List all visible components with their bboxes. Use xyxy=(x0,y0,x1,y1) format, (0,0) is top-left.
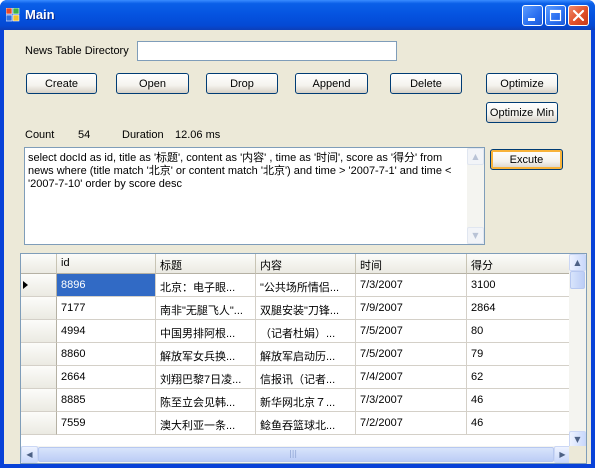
close-button[interactable] xyxy=(568,5,589,26)
table-cell[interactable]: 澳大利亚一条... xyxy=(156,412,256,435)
table-cell[interactable]: 7177 xyxy=(57,297,156,320)
row-header[interactable] xyxy=(21,366,57,389)
optimize-button[interactable]: Optimize xyxy=(486,73,558,94)
row-header[interactable] xyxy=(21,343,57,366)
header-corner xyxy=(21,254,57,274)
column-header[interactable]: 标题 xyxy=(156,254,256,274)
table-cell[interactable]: "公共场所情侣... xyxy=(256,274,356,297)
column-header[interactable]: 得分 xyxy=(467,254,571,274)
query-scrollbar[interactable]: ▲ ▼ xyxy=(467,148,484,244)
app-icon[interactable] xyxy=(6,8,20,22)
drop-button[interactable]: Drop xyxy=(206,73,278,94)
row-header[interactable] xyxy=(21,297,57,320)
row-header[interactable] xyxy=(21,389,57,412)
main-window: Main News Table Directory Create Open Dr… xyxy=(0,0,595,468)
table-row[interactable]: 8896 北京：电子眼... "公共场所情侣... 7/3/2007 3100 xyxy=(21,274,571,297)
table-cell[interactable]: 7/5/2007 xyxy=(356,320,467,343)
table-row[interactable]: 8885 陈至立会见韩... 新华网北京７... 7/3/2007 46 xyxy=(21,389,571,412)
minimize-button[interactable] xyxy=(522,5,543,26)
append-button[interactable]: Append xyxy=(295,73,368,94)
minimize-icon xyxy=(528,18,535,21)
table-cell[interactable]: 中国男排阿根... xyxy=(156,320,256,343)
table-cell[interactable]: 2664 xyxy=(57,366,156,389)
table-row[interactable]: 4994 中国男排阿根... （记者杜娟）... 7/5/2007 80 xyxy=(21,320,571,343)
table-cell[interactable]: 4994 xyxy=(57,320,156,343)
directory-input[interactable] xyxy=(137,41,397,61)
table-cell[interactable]: 7559 xyxy=(57,412,156,435)
table-cell[interactable]: （记者杜娟）... xyxy=(256,320,356,343)
create-button[interactable]: Create xyxy=(26,73,97,94)
scrollbar-corner xyxy=(569,446,586,463)
grip-icon: ||| xyxy=(289,449,298,458)
delete-button[interactable]: Delete xyxy=(390,73,462,94)
directory-label: News Table Directory xyxy=(25,45,129,57)
table-cell[interactable]: 7/3/2007 xyxy=(356,274,467,297)
table-cell[interactable]: 7/3/2007 xyxy=(356,389,467,412)
table-cell[interactable]: 8885 xyxy=(57,389,156,412)
table-cell[interactable]: 7/4/2007 xyxy=(356,366,467,389)
execute-button[interactable]: Excute xyxy=(490,149,563,170)
scroll-up-icon[interactable]: ▲ xyxy=(569,254,586,271)
maximize-icon xyxy=(549,9,562,22)
table-cell[interactable]: 新华网北京７... xyxy=(256,389,356,412)
grid-horizontal-scrollbar[interactable]: ◀ ||| ▶ xyxy=(21,446,571,463)
client-area: News Table Directory Create Open Drop Ap… xyxy=(4,30,591,464)
table-row[interactable]: 7559 澳大利亚一条... 鲶鱼吞篮球北... 7/2/2007 46 xyxy=(21,412,571,435)
grid-rows: 8896 北京：电子眼... "公共场所情侣... 7/3/2007 3100 … xyxy=(21,274,571,435)
table-cell[interactable]: 解放军启动历... xyxy=(256,343,356,366)
table-row[interactable]: 7177 南非"无腿飞人"... 双腿安装"刀锋... 7/9/2007 286… xyxy=(21,297,571,320)
duration-value: 12.06 ms xyxy=(175,129,221,141)
table-cell[interactable]: 46 xyxy=(467,412,571,435)
table-cell[interactable]: 46 xyxy=(467,389,571,412)
table-row[interactable]: 2664 刘翔巴黎7日凌... 信报讯（记者... 7/4/2007 62 xyxy=(21,366,571,389)
table-cell[interactable]: 7/2/2007 xyxy=(356,412,467,435)
count-value: 54 xyxy=(78,129,91,141)
table-cell[interactable]: 80 xyxy=(467,320,571,343)
close-icon xyxy=(572,9,585,22)
table-cell[interactable]: 8896 xyxy=(57,274,156,297)
table-row[interactable]: 8860 解放军女兵换... 解放军启动历... 7/5/2007 79 xyxy=(21,343,571,366)
row-header[interactable] xyxy=(21,320,57,343)
scroll-down-icon[interactable]: ▼ xyxy=(467,227,484,244)
column-header[interactable]: 时间 xyxy=(356,254,467,274)
results-grid[interactable]: id 标题 内容 时间 得分 8896 北京：电子眼... "公共场所情侣...… xyxy=(20,253,587,464)
table-cell[interactable]: 7/5/2007 xyxy=(356,343,467,366)
table-cell[interactable]: 北京：电子眼... xyxy=(156,274,256,297)
table-cell[interactable]: 3100 xyxy=(467,274,571,297)
count-label: Count xyxy=(25,129,55,141)
optimize-min-button[interactable]: Optimize Min xyxy=(486,102,558,123)
table-cell[interactable]: 鲶鱼吞篮球北... xyxy=(256,412,356,435)
table-cell[interactable]: 陈至立会见韩... xyxy=(156,389,256,412)
horizontal-scroll-thumb[interactable]: ||| xyxy=(38,447,554,462)
table-cell[interactable]: 南非"无腿飞人"... xyxy=(156,297,256,320)
table-cell[interactable]: 79 xyxy=(467,343,571,366)
scroll-left-icon[interactable]: ◀ xyxy=(21,446,38,463)
column-header[interactable]: 内容 xyxy=(256,254,356,274)
duration-label: Duration xyxy=(122,129,164,141)
row-header[interactable] xyxy=(21,412,57,435)
window-title: Main xyxy=(25,7,55,22)
current-row-icon xyxy=(23,281,28,289)
column-header[interactable]: id xyxy=(57,254,156,274)
table-cell[interactable]: 2864 xyxy=(467,297,571,320)
query-text[interactable]: select docId as id, title as '标题', conte… xyxy=(28,152,466,191)
query-textarea[interactable]: select docId as id, title as '标题', conte… xyxy=(24,147,485,245)
grid-header: id 标题 内容 时间 得分 xyxy=(21,254,571,274)
table-cell[interactable]: 解放军女兵换... xyxy=(156,343,256,366)
vertical-scroll-thumb[interactable] xyxy=(570,271,585,289)
grid-vertical-scrollbar[interactable]: ▲ ▼ xyxy=(569,254,586,448)
maximize-button[interactable] xyxy=(545,5,566,26)
table-cell[interactable]: 7/9/2007 xyxy=(356,297,467,320)
table-cell[interactable]: 8860 xyxy=(57,343,156,366)
row-header[interactable] xyxy=(21,274,57,297)
table-cell[interactable]: 刘翔巴黎7日凌... xyxy=(156,366,256,389)
table-cell[interactable]: 62 xyxy=(467,366,571,389)
table-cell[interactable]: 信报讯（记者... xyxy=(256,366,356,389)
title-bar[interactable]: Main xyxy=(0,0,595,30)
open-button[interactable]: Open xyxy=(116,73,189,94)
scroll-up-icon[interactable]: ▲ xyxy=(467,148,484,165)
table-cell[interactable]: 双腿安装"刀锋... xyxy=(256,297,356,320)
